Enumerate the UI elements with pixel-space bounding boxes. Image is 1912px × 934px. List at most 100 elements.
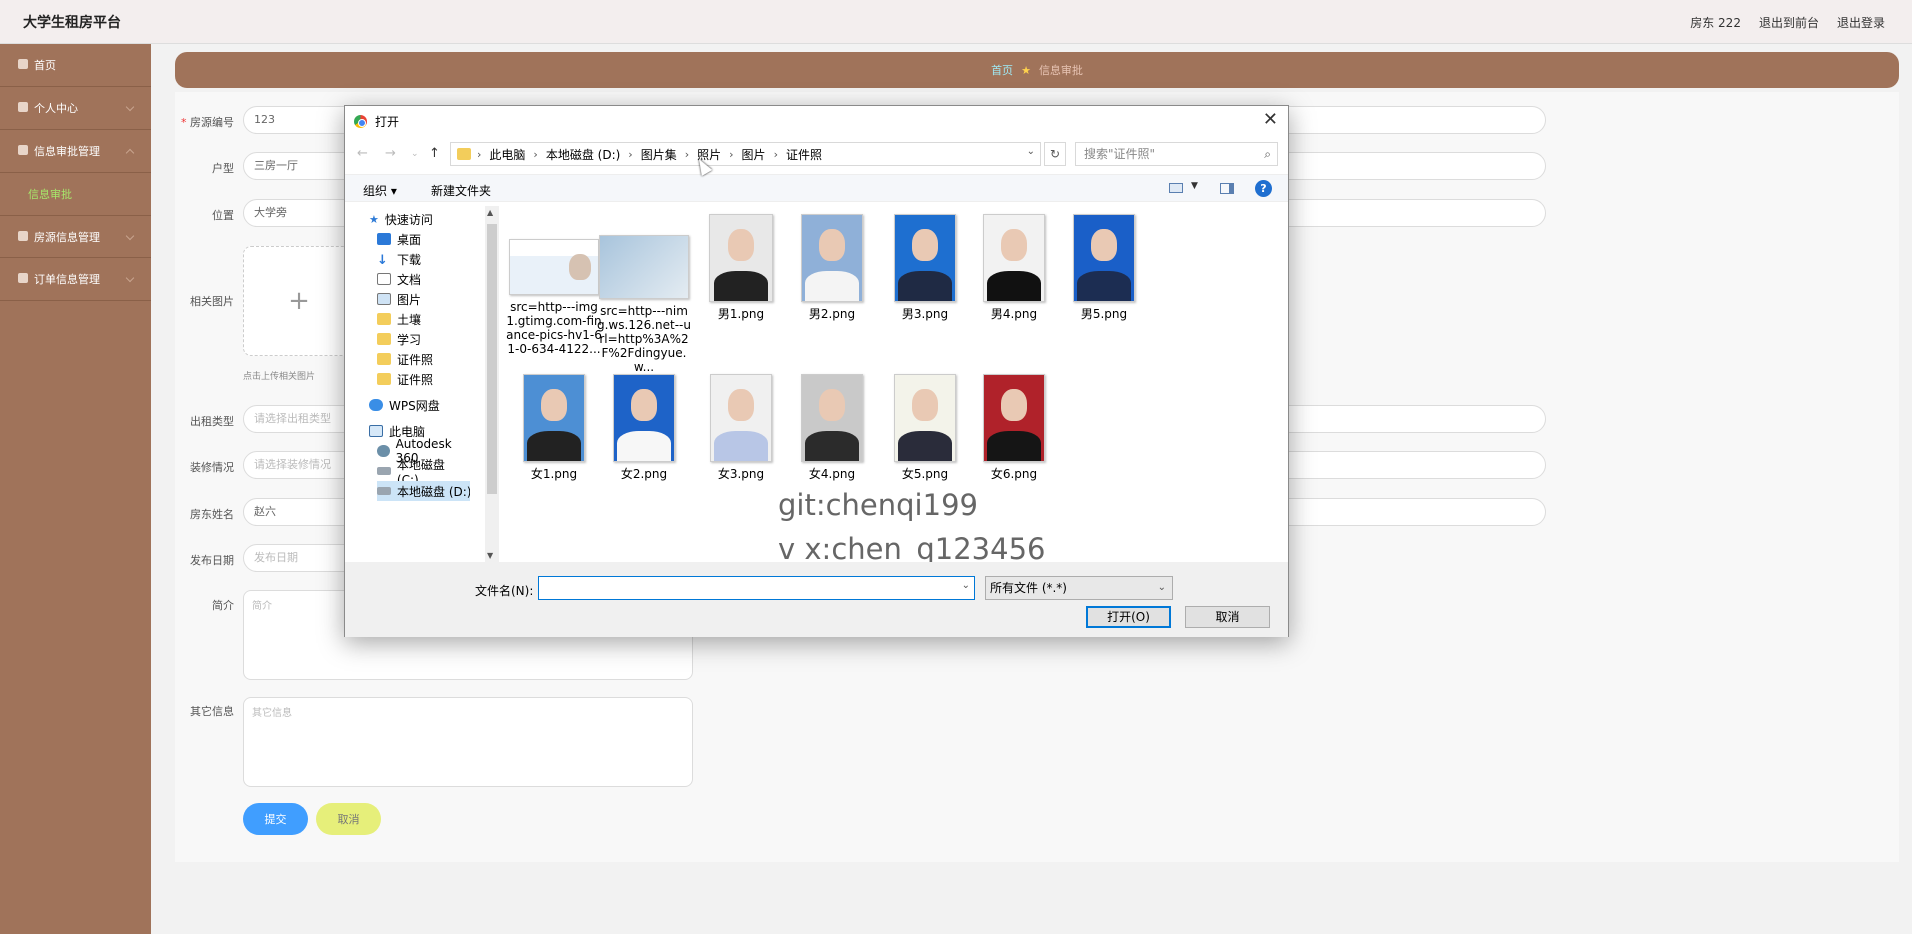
file-name: 女4.png: [808, 467, 856, 481]
top-header: 大学生租房平台 房东 222 退出到前台 退出登录: [0, 0, 1912, 44]
file-name: 男2.png: [808, 307, 856, 321]
file-item[interactable]: 男4.png: [966, 214, 1062, 321]
search-icon: ⌕: [1264, 147, 1271, 161]
chevron-down-icon[interactable]: ⌄: [962, 580, 970, 591]
file-name: 男4.png: [990, 307, 1038, 321]
organize-button[interactable]: 组织 ▾: [363, 182, 397, 199]
file-item[interactable]: 男3.png: [877, 214, 973, 321]
file-item[interactable]: 男5.png: [1056, 214, 1152, 321]
nav-item-folder[interactable]: 证件照: [377, 369, 433, 389]
portrait-thumbnail-icon: [983, 214, 1045, 302]
open-button[interactable]: 打开(O): [1086, 606, 1171, 628]
sidebar-subitem-approval[interactable]: 信息审批: [0, 173, 151, 215]
nav-item-drive-c[interactable]: 本地磁盘 (C:): [377, 458, 470, 487]
portrait-thumbnail-icon: [709, 214, 773, 302]
nav-item-quick-access[interactable]: ★ 快速访问: [369, 209, 433, 229]
decor-label: 装修情况: [190, 461, 234, 474]
nav-item-folder[interactable]: 土壤: [377, 309, 421, 329]
search-input[interactable]: 搜索"证件照" ⌕: [1075, 142, 1278, 166]
chevron-down-icon[interactable]: ▼: [1191, 181, 1198, 191]
breadcrumb-separator-icon: ›: [729, 147, 734, 161]
view-icon[interactable]: [1169, 183, 1183, 193]
file-item[interactable]: src=http---nimg.ws.126.net--url=http%3A%…: [596, 214, 692, 374]
shield-icon: [18, 145, 28, 155]
file-item[interactable]: 男1.png: [693, 214, 789, 321]
nav-item-folder[interactable]: 证件照: [377, 349, 433, 369]
close-icon[interactable]: ✕: [1263, 109, 1278, 130]
portrait-thumbnail-icon: [1073, 214, 1135, 302]
house-icon: [18, 231, 28, 241]
dialog-cancel-button[interactable]: 取消: [1185, 606, 1270, 628]
sidebar-item-order-manage[interactable]: 订单信息管理: [0, 258, 151, 301]
other-textarea[interactable]: 其它信息: [243, 697, 693, 787]
up-arrow-icon[interactable]: ↑: [429, 146, 440, 161]
path-segment[interactable]: 证件照: [786, 146, 822, 163]
file-name: src=http---img1.gtimg.com-finance-pics-h…: [506, 300, 602, 356]
landlord-label: 房东姓名: [190, 508, 234, 521]
sidebar-item-approval-manage[interactable]: 信息审批管理: [0, 130, 151, 173]
cancel-button[interactable]: 取消: [316, 803, 381, 835]
path-segment[interactable]: 图片集: [641, 146, 677, 163]
forward-arrow-icon[interactable]: →: [385, 146, 396, 161]
autodesk-icon: [377, 445, 390, 457]
nav-item-folder[interactable]: 学习: [377, 329, 421, 349]
file-item[interactable]: 女4.png: [784, 374, 880, 481]
path-segment[interactable]: 此电脑: [489, 146, 525, 163]
filename-input[interactable]: ⌄: [538, 576, 975, 600]
file-item[interactable]: 男2.png: [784, 214, 880, 321]
nav-item-drive-d[interactable]: 本地磁盘 (D:): [377, 481, 470, 501]
folder-icon: [457, 148, 471, 160]
sidebar-item-label: 个人中心: [34, 102, 78, 115]
sidebar-item-house-manage[interactable]: 房源信息管理: [0, 215, 151, 258]
file-item[interactable]: 女2.png: [596, 374, 692, 481]
file-item[interactable]: 女6.png: [966, 374, 1062, 481]
path-segment[interactable]: 本地磁盘 (D:): [546, 146, 620, 163]
recent-chevron-icon[interactable]: ⌄: [411, 149, 419, 159]
scrollbar-thumb[interactable]: [487, 224, 497, 494]
header-actions: 房东 222 退出到前台 退出登录: [1690, 14, 1885, 31]
new-folder-button[interactable]: 新建文件夹: [431, 182, 491, 199]
chevron-down-icon[interactable]: ⌄: [1027, 146, 1035, 157]
nav-scrollbar[interactable]: ▲ ▼: [485, 206, 499, 562]
address-bar[interactable]: › 此电脑 › 本地磁盘 (D:) › 图片集 › 照片 › 图片 › 证件照 …: [450, 142, 1041, 166]
house-no-label: * 房源编号: [181, 116, 234, 129]
order-icon: [18, 273, 28, 283]
refresh-icon[interactable]: ↻: [1044, 142, 1066, 166]
portrait-thumbnail-icon: [983, 374, 1045, 462]
back-arrow-icon[interactable]: ←: [357, 146, 368, 161]
scroll-up-icon[interactable]: ▲: [487, 208, 493, 217]
to-front-link[interactable]: 退出到前台: [1759, 14, 1819, 31]
dialog-title: 打开: [375, 115, 400, 129]
scroll-down-icon[interactable]: ▼: [487, 551, 493, 560]
sidebar-item-home[interactable]: 首页: [0, 44, 151, 87]
user-icon: [18, 102, 28, 112]
submit-button[interactable]: 提交: [243, 803, 308, 835]
image-upload-button[interactable]: +: [243, 246, 355, 356]
star-icon: ★: [369, 213, 379, 226]
portrait-thumbnail-icon: [801, 214, 863, 302]
home-icon: [18, 59, 28, 69]
breadcrumb-home[interactable]: 首页: [991, 62, 1013, 78]
nav-item-wps-cloud[interactable]: WPS网盘: [369, 395, 440, 415]
nav-item-desktop[interactable]: 桌面 📌: [377, 229, 421, 249]
filetype-select[interactable]: 所有文件 (*.*) ⌄: [985, 576, 1173, 600]
nav-item-pictures[interactable]: 图片 📌: [377, 289, 421, 309]
location-label: 位置: [212, 209, 234, 222]
breadcrumb: 首页 ★ 信息审批: [175, 52, 1899, 88]
help-icon[interactable]: ?: [1255, 180, 1272, 197]
file-item[interactable]: 女5.png: [877, 374, 973, 481]
sidebar-item-profile[interactable]: 个人中心: [0, 87, 151, 130]
nav-item-documents[interactable]: 文档 📌: [377, 269, 421, 289]
file-item[interactable]: 女3.png: [693, 374, 789, 481]
preview-pane-icon[interactable]: [1220, 183, 1234, 194]
file-item[interactable]: 女1.png: [506, 374, 602, 481]
file-name: 女5.png: [901, 467, 949, 481]
nav-item-downloads[interactable]: ↓ 下载 📌: [377, 249, 421, 269]
path-segment[interactable]: 图片: [742, 146, 766, 163]
sidebar-item-label: 房源信息管理: [34, 230, 100, 244]
logout-link[interactable]: 退出登录: [1837, 14, 1885, 31]
file-name: 女1.png: [530, 467, 578, 481]
file-name: 男1.png: [717, 307, 765, 321]
sidebar-item-label: 订单信息管理: [34, 273, 100, 286]
file-item[interactable]: src=http---img1.gtimg.com-finance-pics-h…: [506, 214, 602, 356]
